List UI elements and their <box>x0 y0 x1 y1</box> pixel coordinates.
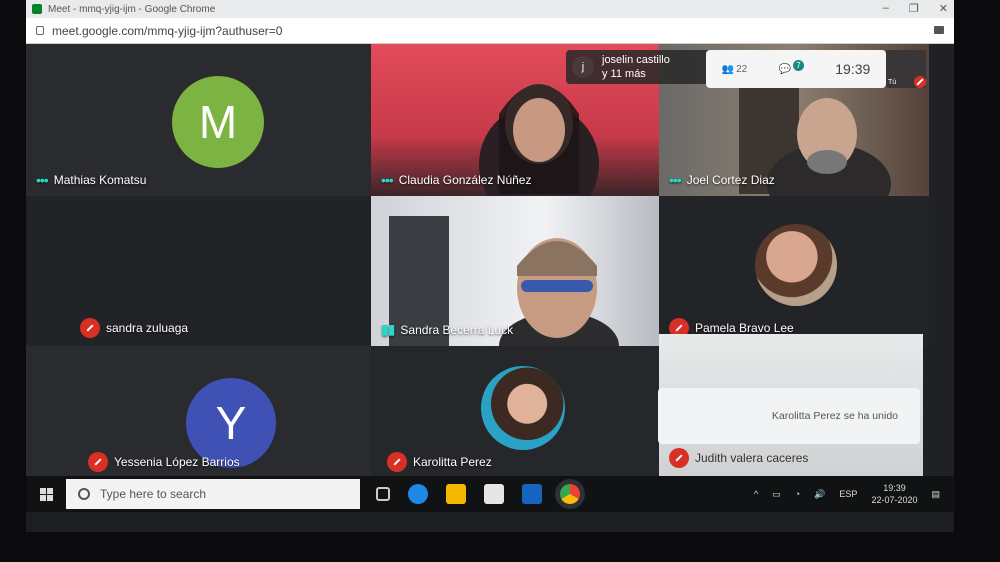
chat-button[interactable]: 💬 7 <box>778 59 804 75</box>
volume-icon[interactable]: 🔊 <box>814 489 825 500</box>
join-notification-text: Karolitta Perez se ha unido <box>771 410 898 422</box>
join-notification: Karolitta Perez se ha unido <box>658 388 920 444</box>
chat-count-badge: 7 <box>792 59 804 71</box>
address-bar[interactable]: meet.google.com/mmq-yjig-ijm?authuser=0 <box>26 18 954 44</box>
taskbar-clock[interactable]: 19:39 22-07-2020 <box>871 482 917 506</box>
participant-name: ••• Claudia González Núñez <box>381 172 532 188</box>
avatar <box>755 224 837 306</box>
window-controls: – ❐ ✕ <box>883 2 948 15</box>
chrome-icon[interactable] <box>560 484 580 504</box>
meet-favicon-icon <box>32 4 42 14</box>
windows-taskbar: Type here to search ^ ▭ ◔ 🔊 ESP 19:39 22… <box>26 476 954 512</box>
avatar: M <box>172 76 264 168</box>
participant-tile[interactable]: M ••• Mathias Komatsu <box>26 44 371 196</box>
speaking-indicator-icon: ••• <box>36 172 49 188</box>
participant-initial-badge: j <box>572 56 594 78</box>
self-view-tile[interactable]: Tú <box>886 50 926 88</box>
mic-muted-icon <box>387 452 407 472</box>
edge-browser-icon[interactable] <box>408 484 428 504</box>
monitor-screen: Meet - mmq-yjig-ijm - Google Chrome – ❐ … <box>26 0 954 532</box>
search-placeholder: Type here to search <box>100 487 207 501</box>
more-participants-overlay[interactable]: j joselin castillo y 11 más <box>566 50 726 84</box>
participant-name: ▮▮ Sandra Becerra Luck <box>381 321 514 337</box>
mail-icon[interactable] <box>522 484 542 504</box>
people-button[interactable]: 👥 22 <box>722 64 748 75</box>
close-button[interactable]: ✕ <box>939 2 948 15</box>
participant-name: Yessenia López Barrios <box>88 452 240 472</box>
participant-tile[interactable]: Pamela Bravo Lee <box>659 196 929 346</box>
more-participants-count: y 11 más <box>602 68 646 80</box>
chat-icon: 💬 <box>778 63 791 75</box>
people-icon: 👥 <box>721 63 735 75</box>
speaking-indicator-icon: ▮▮ <box>381 321 395 337</box>
participant-name: joselin castillo <box>602 54 670 66</box>
start-button[interactable] <box>26 476 66 512</box>
meet-grid: M ••• Mathias Komatsu ••• Claudia Gonzál… <box>26 44 954 476</box>
participant-name: sandra zuluaga <box>80 318 188 338</box>
participant-name: Karolitta Perez <box>387 452 492 472</box>
avatar <box>481 366 565 450</box>
participant-name: Judith valera caceres <box>669 448 808 468</box>
mic-muted-icon <box>914 76 926 88</box>
participant-tile[interactable]: Karolitta Perez <box>371 346 659 476</box>
task-view-icon[interactable] <box>376 487 390 501</box>
meeting-time: 19:39 <box>835 61 871 77</box>
people-count: 22 <box>736 63 748 75</box>
mic-muted-icon <box>80 318 100 338</box>
maximize-button[interactable]: ❐ <box>909 2 919 15</box>
lock-icon <box>36 26 44 35</box>
participant-tile[interactable]: Y Yessenia López Barrios <box>26 346 371 476</box>
participant-tile[interactable]: ▮▮ Sandra Becerra Luck <box>371 196 659 346</box>
chevron-up-icon[interactable]: ^ <box>754 489 758 499</box>
battery-icon[interactable]: ▭ <box>772 489 781 500</box>
windows-logo-icon <box>39 487 53 501</box>
notifications-icon[interactable]: ▤ <box>931 489 940 500</box>
window-title: Meet - mmq-yjig-ijm - Google Chrome <box>48 3 216 15</box>
search-icon <box>78 488 90 500</box>
camera-permission-icon[interactable] <box>934 26 944 34</box>
store-icon[interactable] <box>484 484 504 504</box>
system-tray: ^ ▭ ◔ 🔊 ESP 19:39 22-07-2020 ▤ <box>754 476 940 512</box>
file-explorer-icon[interactable] <box>446 484 466 504</box>
taskbar-search-input[interactable]: Type here to search <box>66 479 360 509</box>
browser-titlebar: Meet - mmq-yjig-ijm - Google Chrome – ❐ … <box>26 0 954 18</box>
input-language[interactable]: ESP <box>839 489 857 499</box>
mic-muted-icon <box>669 448 689 468</box>
meet-top-controls: 👥 22 💬 7 19:39 <box>706 50 886 88</box>
speaking-indicator-icon: ••• <box>669 172 682 188</box>
minimize-button[interactable]: – <box>883 2 889 15</box>
speaking-indicator-icon: ••• <box>381 172 394 188</box>
url-text[interactable]: meet.google.com/mmq-yjig-ijm?authuser=0 <box>52 24 282 38</box>
taskbar-apps <box>376 484 580 504</box>
participant-name: ••• Mathias Komatsu <box>36 172 147 188</box>
network-icon[interactable]: ◔ <box>795 489 800 499</box>
participant-tile[interactable]: sandra zuluaga <box>26 196 371 346</box>
mic-muted-icon <box>88 452 108 472</box>
participant-name: ••• Joel Cortez Diaz <box>669 172 775 188</box>
self-label: Tú <box>888 79 897 86</box>
